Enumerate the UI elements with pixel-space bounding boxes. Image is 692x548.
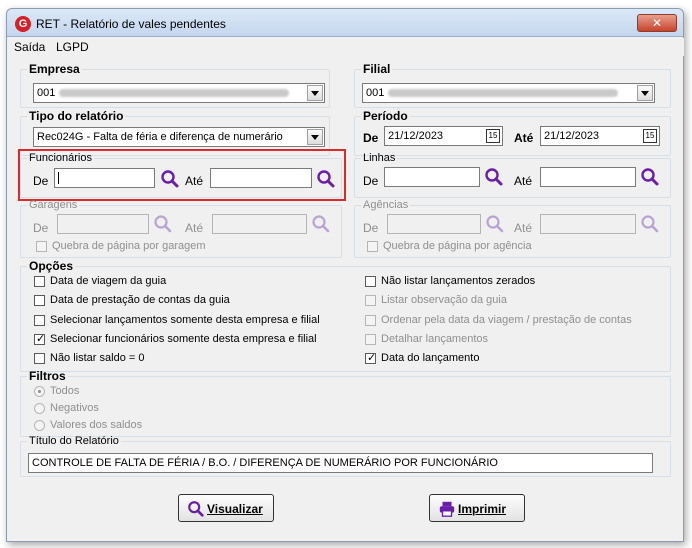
periodo-ate-label: Até: [514, 131, 534, 145]
tipo-relatorio-value: Rec024G - Falta de féria e diferença de …: [37, 131, 283, 143]
calendar-icon[interactable]: 15: [486, 129, 500, 143]
app-logo-icon: G: [15, 16, 31, 32]
funcionarios-highlight-box: [18, 149, 346, 201]
linhas-ate-label: Até: [514, 174, 533, 188]
search-icon: [188, 501, 204, 517]
title-bar: G RET - Relatório de vales pendentes ✕: [7, 9, 683, 37]
opcao-label: Selecionar funcionários somente desta em…: [50, 333, 317, 345]
radio-dot: [34, 403, 45, 414]
periodo-ate-value: 21/12/2023: [544, 130, 600, 142]
linhas-de-input[interactable]: [384, 167, 480, 187]
titulo-legend: Título do Relatório: [29, 435, 119, 447]
visualizar-label: Visualizar: [207, 502, 263, 516]
titulo-input[interactable]: CONTROLE DE FALTA DE FÉRIA / B.O. / DIFE…: [28, 453, 653, 473]
opcao-label: Não listar lançamentos zerados: [381, 275, 536, 287]
opcoes-legend: Opções: [29, 259, 74, 273]
window-title: RET - Relatório de vales pendentes: [36, 17, 226, 31]
checkbox-box[interactable]: [34, 315, 45, 326]
filial-legend: Filial: [363, 62, 391, 76]
tipo-relatorio-legend: Tipo do relatório: [29, 109, 124, 123]
agencias-de-label: De: [363, 221, 379, 235]
search-icon[interactable]: [484, 167, 504, 187]
filial-value: 001: [366, 87, 385, 99]
chevron-down-icon[interactable]: [637, 85, 653, 101]
checkbox-box: [365, 334, 376, 345]
printer-icon: [439, 501, 455, 517]
titulo-value: CONTROLE DE FALTA DE FÉRIA / B.O. / DIFE…: [32, 457, 498, 469]
search-icon[interactable]: [640, 167, 660, 187]
linhas-ate-input[interactable]: [540, 167, 636, 187]
menu-saida[interactable]: Saída: [14, 40, 45, 54]
opcao-label: Detalhar lançamentos: [381, 333, 489, 345]
search-icon: [486, 215, 504, 233]
periodo-de-field[interactable]: 21/12/2023 15: [384, 126, 503, 146]
garagens-de-label: De: [33, 221, 49, 235]
checkbox-box: [365, 315, 376, 326]
periodo-ate-field[interactable]: 21/12/2023 15: [540, 126, 660, 146]
checkbox-box[interactable]: [34, 276, 45, 287]
calendar-icon[interactable]: 15: [643, 129, 657, 143]
chevron-down-icon[interactable]: [307, 85, 323, 101]
opcao-label: Data do lançamento: [381, 352, 480, 364]
imprimir-label: Imprimir: [458, 502, 507, 516]
imprimir-button[interactable]: Imprimir: [429, 494, 525, 522]
periodo-de-value: 21/12/2023: [388, 130, 444, 142]
menu-lgpd[interactable]: LGPD: [56, 40, 89, 54]
filtro-label: Todos: [50, 385, 80, 397]
agencias-ate-input: [540, 214, 636, 234]
garagens-ate-input: [212, 214, 307, 234]
radio-dot: [34, 386, 45, 397]
agencias-quebra-label: Quebra de página por agência: [383, 240, 532, 252]
visualizar-button[interactable]: Visualizar: [178, 494, 274, 522]
checkbox-box[interactable]: [34, 353, 45, 364]
empresa-value: 001: [37, 87, 56, 99]
garagens-de-input: [57, 214, 149, 234]
checkbox-box: [367, 241, 378, 252]
filial-redacted: [388, 89, 619, 98]
search-icon: [641, 215, 659, 233]
checkbox-box[interactable]: [365, 351, 376, 364]
filtros-legend: Filtros: [29, 369, 66, 383]
checkbox-box[interactable]: [34, 332, 45, 345]
search-icon: [312, 215, 330, 233]
radio-dot: [34, 420, 45, 431]
opcao-label: Não listar saldo = 0: [50, 352, 145, 364]
agencias-legend: Agências: [363, 199, 409, 211]
tipo-relatorio-select[interactable]: Rec024G - Falta de féria e diferença de …: [33, 127, 325, 147]
opcao-label: Ordenar pela data da viagem / prestação …: [381, 314, 632, 326]
garagens-quebra-label: Quebra de página por garagem: [52, 240, 206, 252]
menu-bar: Saída LGPD: [8, 38, 684, 56]
agencias-ate-label: Até: [514, 221, 533, 235]
garagens-legend: Garagens: [29, 199, 78, 211]
filial-select[interactable]: 001: [362, 83, 655, 103]
filtro-label: Valores dos saldos: [50, 419, 143, 431]
opcao-label: Data de viagem da guia: [50, 275, 167, 287]
opcao-label: Listar observação da guia: [381, 294, 507, 306]
linhas-de-label: De: [363, 174, 379, 188]
empresa-select[interactable]: 001: [33, 83, 325, 103]
opcao-label: Selecionar lançamentos somente desta emp…: [50, 314, 320, 326]
periodo-de-label: De: [363, 131, 379, 145]
linhas-legend: Linhas: [363, 152, 396, 164]
search-icon: [154, 215, 172, 233]
empresa-legend: Empresa: [29, 62, 80, 76]
opcao-label: Data de prestação de contas da guia: [50, 294, 230, 306]
empresa-redacted: [59, 89, 290, 98]
close-button[interactable]: ✕: [637, 14, 677, 32]
filtro-label: Negativos: [50, 402, 99, 414]
garagens-ate-label: Até: [185, 221, 204, 235]
agencias-de-input: [387, 214, 481, 234]
checkbox-box[interactable]: [365, 276, 376, 287]
report-window: G RET - Relatório de vales pendentes ✕ S…: [6, 8, 684, 542]
checkbox-box: [36, 241, 47, 252]
checkbox-box: [365, 295, 376, 306]
checkbox-box[interactable]: [34, 295, 45, 306]
periodo-legend: Período: [363, 109, 408, 123]
chevron-down-icon[interactable]: [307, 129, 323, 145]
